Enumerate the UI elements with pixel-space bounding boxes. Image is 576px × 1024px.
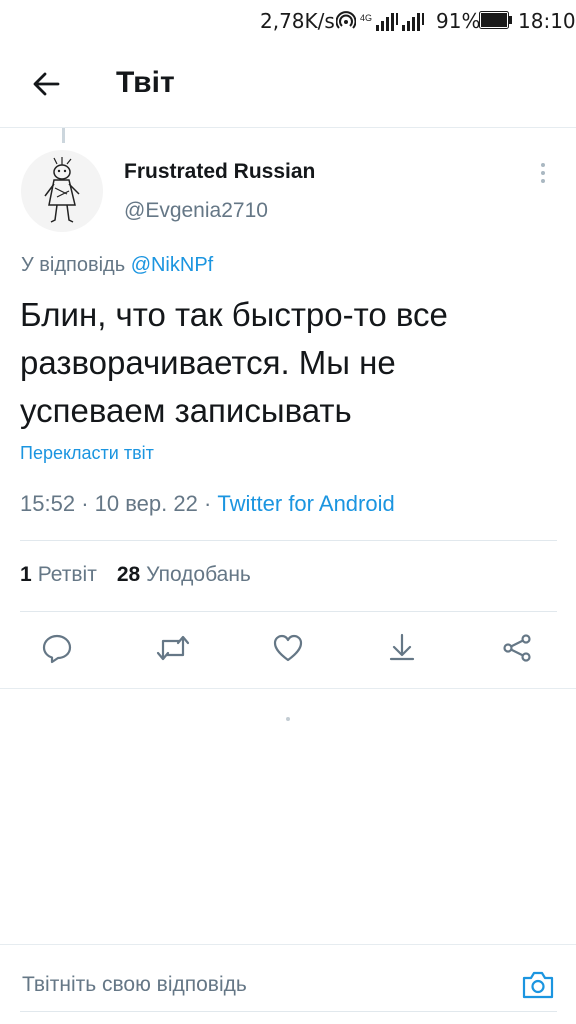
- like-button[interactable]: [268, 628, 308, 668]
- back-button[interactable]: [26, 64, 66, 104]
- more-options-button[interactable]: [528, 158, 558, 188]
- tweet-date: 10 вер. 22: [94, 491, 198, 516]
- likes-count: 28: [116, 563, 141, 586]
- bookmark-button[interactable]: [382, 628, 422, 668]
- signal-icon-2: [402, 13, 425, 31]
- meta-separator: ·: [81, 491, 89, 516]
- retweets-label: Ретвіт: [37, 563, 97, 586]
- retweet-button[interactable]: [153, 628, 193, 668]
- retweets-stat[interactable]: 1 Ретвіт: [20, 563, 97, 587]
- more-dot: [541, 179, 545, 183]
- camera-icon: [522, 971, 554, 999]
- bookmark-icon: [389, 633, 415, 661]
- reply-input[interactable]: Твітніть свою відповідь: [22, 973, 247, 997]
- reply-prefix: У відповідь: [21, 254, 126, 276]
- retweets-count: 1: [20, 563, 32, 586]
- reply-button[interactable]: [37, 628, 77, 668]
- loading-indicator: [286, 717, 290, 721]
- status-bar: 2,78K/s 4G 91% 18:10: [0, 0, 576, 40]
- tweet-source-link[interactable]: Twitter for Android: [217, 491, 394, 516]
- likes-stat[interactable]: 28 Уподобань: [117, 563, 251, 587]
- reply-bar: Твітніть свою відповідь: [0, 944, 576, 1024]
- tweet-meta: 15:52 · 10 вер. 22 · Twitter for Android: [20, 491, 395, 517]
- tweet-actions: [0, 628, 576, 674]
- network-speed: 2,78K/s: [260, 9, 335, 33]
- page-title: Твіт: [116, 66, 175, 99]
- reply-underline: [20, 1011, 557, 1012]
- author-name[interactable]: Frustrated Russian: [124, 160, 315, 184]
- thread-connector: [62, 128, 65, 143]
- share-button[interactable]: [497, 628, 537, 668]
- more-dot: [541, 171, 545, 175]
- section-divider: [0, 688, 576, 689]
- arrow-left-icon: [33, 72, 60, 96]
- signal-icon: [376, 13, 399, 31]
- camera-button[interactable]: [518, 965, 558, 1005]
- divider: [20, 611, 557, 612]
- network-type: 4G: [360, 13, 373, 23]
- likes-label: Уподобань: [146, 563, 251, 586]
- tweet-text: Блин, что так быстро-то все разворачивае…: [20, 296, 448, 429]
- reply-to-link[interactable]: @NikNPf: [131, 254, 214, 276]
- tweet-stats: 1 Ретвіт 28 Уподобань: [20, 563, 251, 587]
- avatar-drawing: [44, 157, 80, 223]
- divider: [20, 540, 557, 541]
- share-icon: [503, 634, 531, 662]
- retweet-icon: [156, 635, 190, 661]
- more-dot: [541, 163, 545, 167]
- reply-icon: [42, 634, 72, 664]
- author-handle[interactable]: @Evgenia2710: [124, 199, 268, 223]
- battery-icon: [479, 11, 512, 29]
- avatar[interactable]: [21, 150, 103, 232]
- meta-separator: ·: [203, 491, 212, 516]
- like-icon: [273, 634, 303, 662]
- hotspot-icon: [336, 11, 356, 29]
- status-icons: 4G: [336, 9, 425, 31]
- battery-percent: 91%: [436, 9, 481, 33]
- header: Твіт: [0, 40, 576, 128]
- reply-context: У відповідь @NikNPf: [21, 254, 213, 277]
- translate-link[interactable]: Перекласти твіт: [20, 443, 154, 464]
- tweet-time: 15:52: [20, 491, 76, 516]
- clock: 18:10: [518, 9, 576, 33]
